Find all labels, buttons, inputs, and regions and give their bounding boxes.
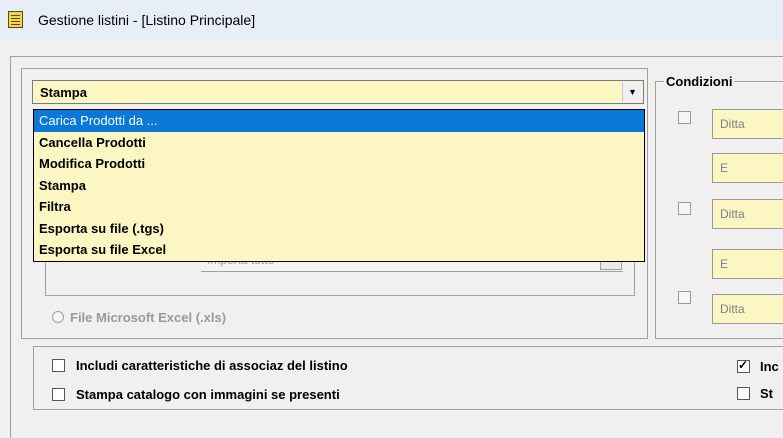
- dropdown-option-stampa[interactable]: Stampa: [34, 175, 644, 197]
- window-title: Gestione listini - [Listino Principale]: [38, 12, 256, 28]
- dropdown-option-cancella[interactable]: Cancella Prodotti: [34, 132, 644, 154]
- dropdown-option-filtra[interactable]: Filtra: [34, 196, 644, 218]
- condition-checkbox-2[interactable]: [678, 202, 691, 215]
- chevron-down-icon[interactable]: ▼: [622, 82, 642, 102]
- condition-field-1[interactable]: Ditta: [712, 109, 783, 139]
- action-select-value: Stampa: [40, 85, 87, 100]
- title-bar: Gestione listini - [Listino Principale]: [0, 0, 783, 40]
- excel-file-radio: [52, 311, 64, 323]
- condition-field-4[interactable]: E: [712, 249, 783, 279]
- right-option-label-2: St: [760, 386, 773, 401]
- list-document-icon: [8, 11, 23, 28]
- print-catalog-images-label: Stampa catalogo con immagini se presenti: [76, 387, 340, 402]
- conditions-legend: Condizioni: [664, 74, 735, 89]
- right-option-checkbox-2[interactable]: [737, 387, 750, 400]
- action-select[interactable]: Stampa ▼: [32, 80, 644, 104]
- right-option-checkbox-1[interactable]: [737, 358, 750, 373]
- include-characteristics-label: Includi caratteristiche di associaz del …: [76, 358, 348, 373]
- dropdown-option-esporta-tgs[interactable]: Esporta su file (.tgs): [34, 218, 644, 240]
- condition-field-5[interactable]: Ditta: [712, 294, 783, 324]
- dropdown-option-esporta-excel[interactable]: Esporta su file Excel: [34, 239, 644, 261]
- right-option-label-1: Inc: [760, 359, 779, 374]
- condition-field-2[interactable]: E: [712, 153, 783, 183]
- dropdown-option-modifica[interactable]: Modifica Prodotti: [34, 153, 644, 175]
- excel-file-radio-label: File Microsoft Excel (.xls): [70, 310, 227, 325]
- include-characteristics-checkbox[interactable]: [52, 359, 65, 372]
- print-catalog-images-checkbox[interactable]: [52, 388, 65, 401]
- condition-checkbox-3[interactable]: [678, 291, 691, 304]
- condition-checkbox-1[interactable]: [678, 111, 691, 124]
- dropdown-option-carica[interactable]: Carica Prodotti da ...: [34, 110, 644, 132]
- action-select-dropdown[interactable]: Carica Prodotti da ... Cancella Prodotti…: [33, 109, 645, 262]
- condition-field-3[interactable]: Ditta: [712, 199, 783, 229]
